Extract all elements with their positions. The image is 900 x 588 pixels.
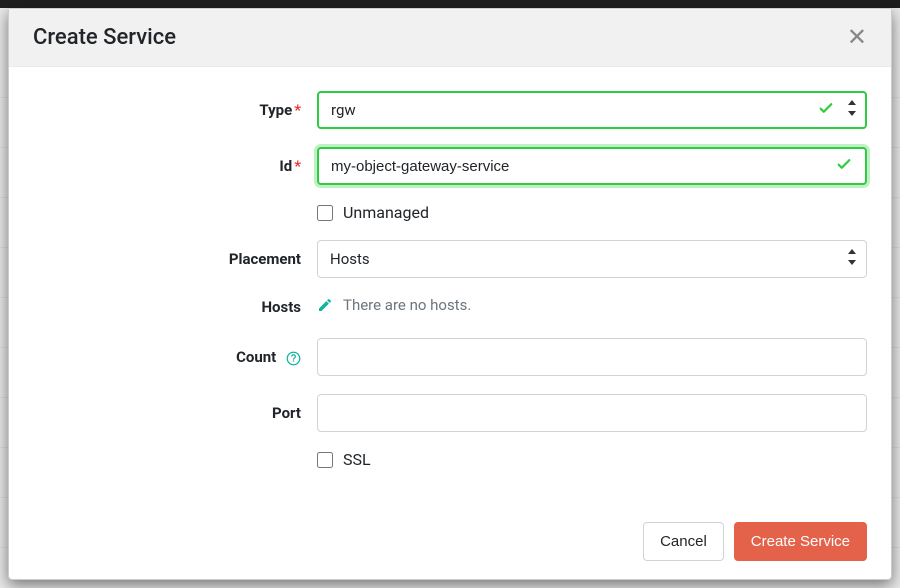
placement-label: Placement — [33, 250, 317, 268]
count-row: Count — [33, 338, 867, 376]
close-icon: ✕ — [847, 24, 867, 51]
placement-select[interactable]: Hosts — [317, 240, 867, 278]
type-row: Type* rgw — [33, 91, 867, 129]
port-input[interactable] — [317, 394, 867, 432]
id-row: Id* — [33, 147, 867, 185]
type-field: rgw — [317, 91, 867, 129]
id-field — [317, 147, 867, 185]
ssl-label[interactable]: SSL — [343, 450, 371, 469]
modal-title: Create Service — [33, 25, 176, 50]
modal-body: Type* rgw Id* — [9, 67, 891, 508]
required-marker: * — [294, 101, 301, 119]
create-service-modal: Create Service ✕ Type* rgw — [8, 8, 892, 580]
id-input[interactable] — [317, 147, 867, 185]
count-field — [317, 338, 867, 376]
placement-select-value: Hosts — [317, 240, 867, 278]
hosts-label: Hosts — [33, 296, 317, 316]
hosts-empty-text: There are no hosts. — [343, 296, 471, 314]
hosts-row: Hosts There are no hosts. — [33, 296, 867, 316]
type-select-value: rgw — [317, 91, 867, 129]
unmanaged-row: Unmanaged — [33, 203, 867, 222]
placement-row: Placement Hosts — [33, 240, 867, 278]
count-label: Count — [33, 348, 317, 366]
create-service-button[interactable]: Create Service — [734, 522, 867, 561]
required-marker: * — [294, 157, 301, 175]
type-select[interactable]: rgw — [317, 91, 867, 129]
hosts-field: There are no hosts. — [317, 296, 867, 314]
unmanaged-checkbox[interactable] — [317, 205, 333, 221]
modal-footer: Cancel Create Service — [9, 508, 891, 579]
ssl-row: SSL — [33, 450, 867, 469]
unmanaged-label[interactable]: Unmanaged — [343, 203, 429, 222]
pencil-icon[interactable] — [317, 297, 333, 313]
count-input[interactable] — [317, 338, 867, 376]
placement-field: Hosts — [317, 240, 867, 278]
modal-header: Create Service ✕ — [9, 9, 891, 67]
type-label: Type* — [33, 101, 317, 119]
port-field — [317, 394, 867, 432]
cancel-button[interactable]: Cancel — [643, 522, 724, 561]
close-button[interactable]: ✕ — [847, 26, 867, 50]
port-row: Port — [33, 394, 867, 432]
ssl-checkbox[interactable] — [317, 452, 333, 468]
help-icon[interactable] — [286, 351, 301, 366]
port-label: Port — [33, 404, 317, 422]
id-label: Id* — [33, 157, 317, 175]
